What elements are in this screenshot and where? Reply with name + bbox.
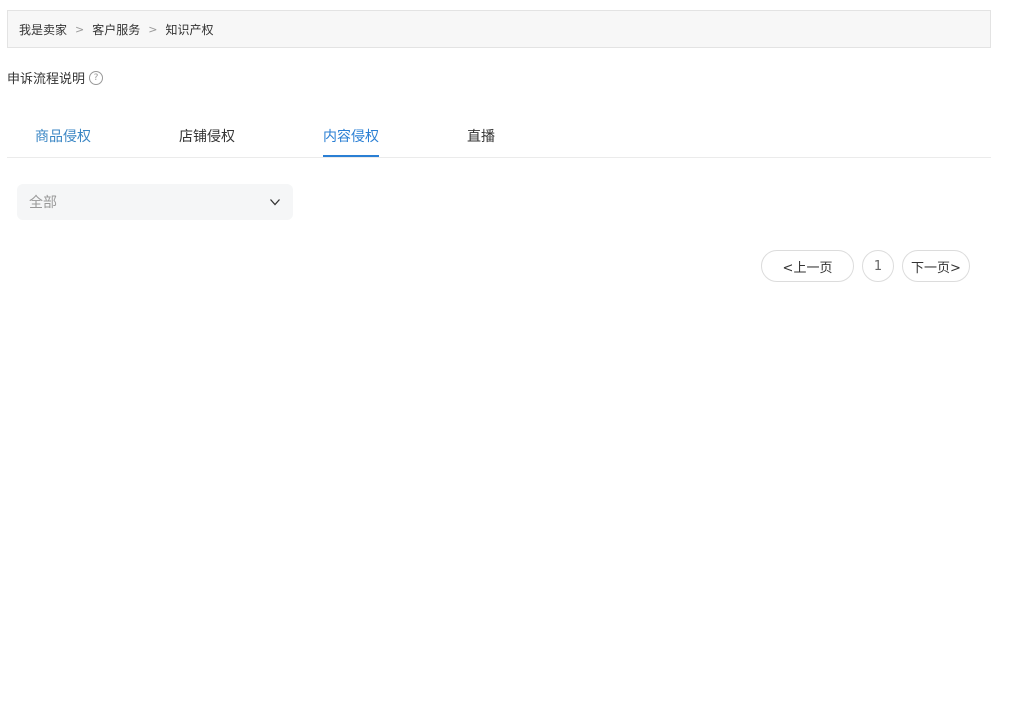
filter-select[interactable]: 全部 — [17, 184, 293, 220]
tab-live[interactable]: 直播 — [467, 126, 495, 157]
appeal-process-label: 申诉流程说明 — [7, 72, 86, 87]
breadcrumb-separator: > — [75, 22, 85, 36]
chevron-down-icon — [270, 199, 280, 206]
tab-product-infringement[interactable]: 商品侵权 — [35, 126, 91, 157]
breadcrumb-separator: > — [148, 22, 158, 36]
appeal-process-help: 申诉流程说明 ? — [7, 68, 104, 87]
breadcrumb-item-seller[interactable]: 我是卖家 — [19, 21, 67, 38]
page-number-button[interactable]: 1 — [862, 250, 894, 282]
tab-content-infringement[interactable]: 内容侵权 — [323, 126, 379, 157]
next-page-button[interactable]: 下一页> — [902, 250, 970, 282]
tab-bar: 商品侵权 店铺侵权 内容侵权 直播 — [7, 116, 991, 158]
breadcrumb: 我是卖家 > 客户服务 > 知识产权 — [7, 10, 991, 48]
breadcrumb-item-ip[interactable]: 知识产权 — [165, 21, 213, 38]
question-circle-icon[interactable]: ? — [89, 70, 104, 85]
page: 我是卖家 > 客户服务 > 知识产权 申诉流程说明 ? 商品侵权 店铺侵权 内容… — [0, 0, 1030, 703]
prev-page-button[interactable]: <上一页 — [761, 250, 854, 282]
filter-selected-value: 全部 — [29, 195, 57, 211]
tab-store-infringement[interactable]: 店铺侵权 — [179, 126, 235, 157]
breadcrumb-item-customer-service[interactable]: 客户服务 — [92, 21, 140, 38]
